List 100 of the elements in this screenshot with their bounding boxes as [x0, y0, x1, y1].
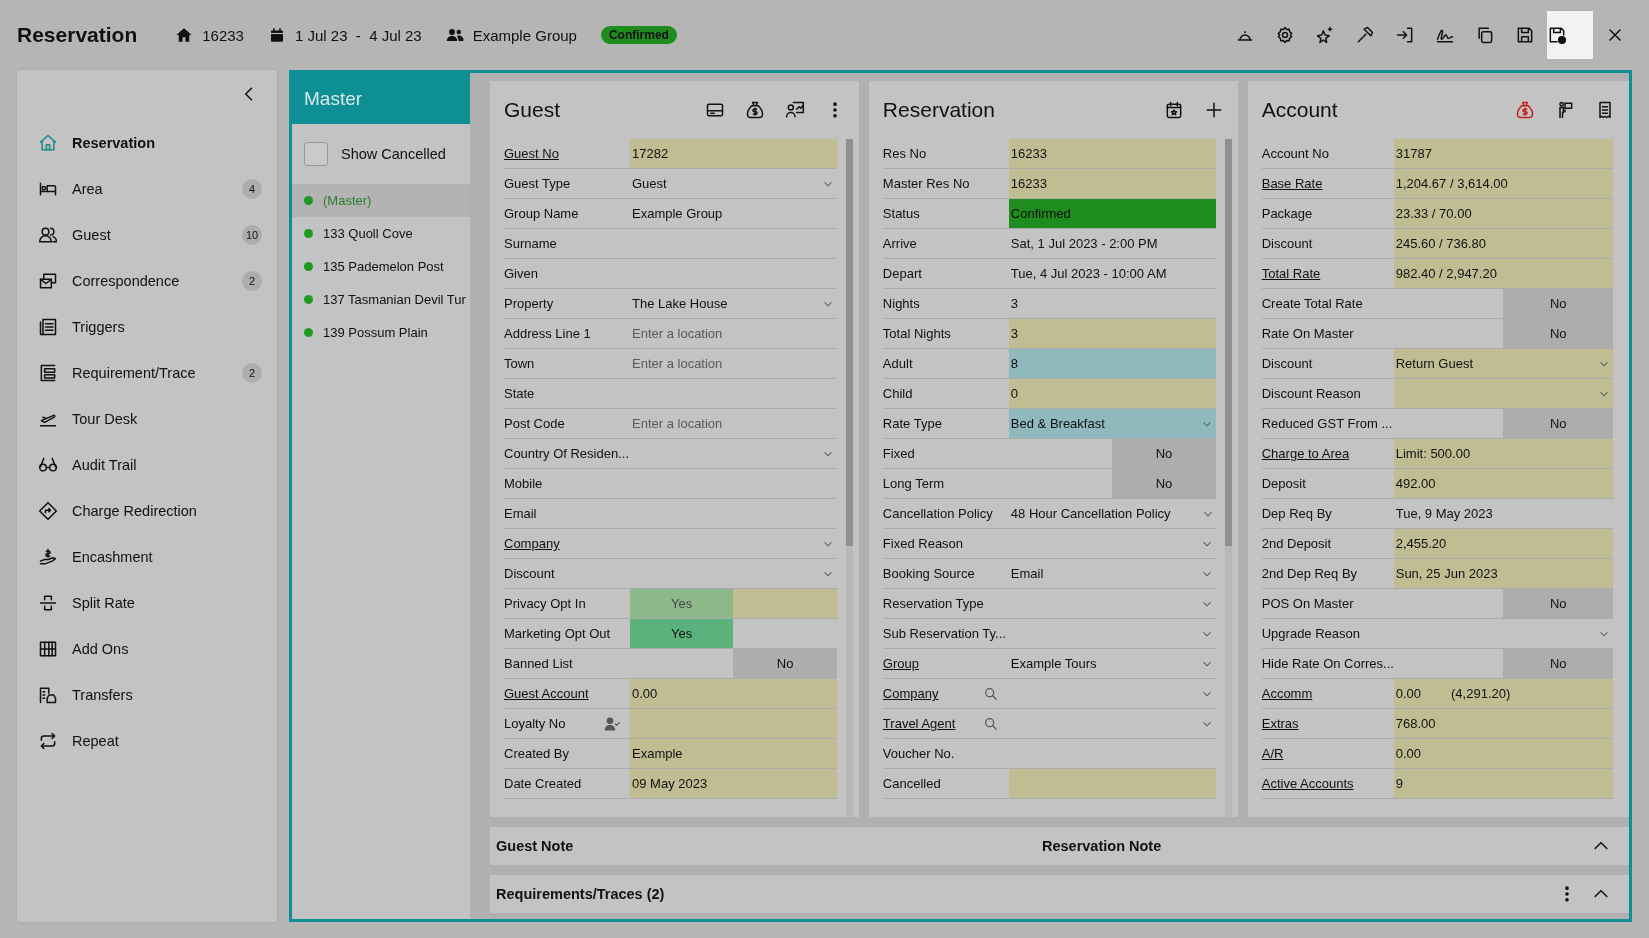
input-field[interactable]: 492.00	[1393, 469, 1613, 498]
field-link[interactable]: Group	[882, 649, 1009, 678]
toolbar-button[interactable]	[1547, 11, 1593, 59]
sidebar-item[interactable]: Requirement/Trace 2	[17, 350, 277, 396]
sidebar-item[interactable]: Audit Trail	[17, 442, 277, 488]
input-field[interactable]: 982.40 / 2,947.20	[1393, 259, 1613, 288]
person-check-icon[interactable]	[604, 715, 620, 732]
bed-icon[interactable]	[38, 179, 58, 199]
dropdown-field[interactable]: Bed & Breakfast	[1008, 409, 1216, 438]
search-icon[interactable]	[982, 685, 999, 702]
dropdown-field[interactable]: Return Guest	[1393, 349, 1613, 378]
input-field[interactable]: 17282	[630, 139, 837, 168]
field-link[interactable]: A/R	[1261, 739, 1394, 768]
field-link[interactable]: Active Accounts	[1261, 769, 1394, 798]
field-link[interactable]: Guest No	[504, 139, 630, 168]
sidebar-item[interactable]: Area 4	[17, 166, 277, 212]
input-field[interactable]: Example	[630, 739, 837, 768]
grid-icon[interactable]	[38, 639, 58, 659]
field-link[interactable]: Travel Agent	[882, 709, 983, 738]
scrollbar[interactable]	[1224, 139, 1232, 817]
sparkle-star-icon[interactable]	[1315, 25, 1335, 45]
building-car-icon[interactable]	[38, 685, 58, 705]
dropdown-field[interactable]: Guest	[630, 169, 837, 198]
card-icon[interactable]	[704, 100, 725, 120]
copy-icon[interactable]	[1475, 25, 1495, 45]
input-field[interactable]: Tue, 4 Jul 2023 - 10:00 AM	[1008, 259, 1216, 288]
ledger-icon[interactable]	[38, 317, 58, 337]
people-icon[interactable]	[38, 225, 58, 245]
sidebar-item[interactable]: Correspondence 2	[17, 258, 277, 304]
dropdown-field[interactable]: Example Tours	[1008, 649, 1216, 678]
field-link[interactable]: Charge to Area	[1261, 439, 1394, 468]
master-list-item[interactable]: 137 Tasmanian Devil Tur	[292, 283, 470, 316]
input-field[interactable]: 2,455.20	[1393, 529, 1613, 558]
chart-card-icon[interactable]	[784, 100, 805, 120]
dropdown-field[interactable]: Email	[1008, 559, 1216, 588]
input-field[interactable]: 245.60 / 736.80	[1393, 229, 1613, 258]
input-field[interactable]: 23.33 / 70.00	[1393, 199, 1613, 228]
input-field[interactable]: 16233	[1008, 139, 1216, 168]
sign-in-icon[interactable]	[1395, 25, 1415, 45]
input-field[interactable]: 3	[1008, 319, 1216, 348]
field-link[interactable]: Company	[504, 529, 630, 558]
repeat-icon[interactable]	[38, 731, 58, 751]
input-field[interactable]: Example Group	[630, 199, 837, 228]
input-field[interactable]: Tue, 9 May 2023	[1393, 499, 1613, 528]
sidebar-item[interactable]: Transfers	[17, 672, 277, 718]
input-field[interactable]: Limit: 500.00	[1393, 439, 1613, 468]
money-bag-icon[interactable]	[744, 100, 765, 120]
search-icon[interactable]	[982, 715, 999, 732]
input-field[interactable]: 8	[1008, 349, 1216, 378]
input-field[interactable]: Enter a location	[630, 319, 837, 348]
input-field[interactable]: Enter a location	[630, 349, 837, 378]
save-icon[interactable]	[1515, 25, 1535, 45]
field-link[interactable]: Base Rate	[1261, 169, 1394, 198]
split-icon[interactable]	[38, 593, 58, 613]
input-field[interactable]: 3	[1008, 289, 1216, 318]
input-field[interactable]: 0.00	[630, 679, 837, 708]
master-list-item[interactable]: 133 Quoll Cove	[292, 217, 470, 250]
hammer-icon[interactable]	[1355, 25, 1375, 45]
notes-bar[interactable]: Guest Note Reservation Note	[490, 827, 1629, 865]
save-cancel-icon[interactable]	[1547, 25, 1567, 45]
hand-coin-icon[interactable]	[38, 547, 58, 567]
field-link[interactable]: Company	[882, 679, 983, 708]
master-list-item[interactable]: 135 Pademelon Post	[292, 250, 470, 283]
input-field[interactable]	[1008, 769, 1216, 798]
dropdown-field[interactable]: The Lake House	[630, 289, 837, 318]
input-field[interactable]: 768.00	[1393, 709, 1613, 738]
dropdown-field[interactable]: 48 Hour Cancellation Policy	[1008, 499, 1216, 528]
sidebar-item[interactable]: Triggers	[17, 304, 277, 350]
scrollbar[interactable]	[845, 139, 853, 817]
input-field[interactable]: 31787	[1393, 139, 1613, 168]
settings-icon[interactable]	[1275, 25, 1295, 45]
input-field[interactable]: Confirmed	[1008, 199, 1216, 228]
checkbox[interactable]	[304, 142, 328, 166]
sidebar-item[interactable]: Repeat	[17, 718, 277, 764]
show-cancelled-checkbox[interactable]: Show Cancelled	[292, 124, 470, 184]
input-field[interactable]: Sun, 25 Jun 2023	[1393, 559, 1613, 588]
dropdown-field[interactable]	[1393, 379, 1613, 408]
requirements-bar[interactable]: Requirements/Traces (2)	[490, 875, 1629, 913]
input-field[interactable]: 16233	[1008, 169, 1216, 198]
master-list-item[interactable]: 139 Possum Plain	[292, 316, 470, 349]
glasses-icon[interactable]	[38, 455, 58, 475]
sidebar-item[interactable]: Charge Redirection	[17, 488, 277, 534]
input-field[interactable]: 9	[1393, 769, 1613, 798]
input-field[interactable]: 0	[1008, 379, 1216, 408]
sidebar-item[interactable]: Encashment	[17, 534, 277, 580]
input-field[interactable]: 1,204.67 / 3,614.00	[1393, 169, 1613, 198]
sidebar-item[interactable]: Tour Desk	[17, 396, 277, 442]
sidebar-item[interactable]: Split Rate	[17, 580, 277, 626]
checklist-icon[interactable]	[38, 363, 58, 383]
input-field[interactable]: 09 May 2023	[630, 769, 837, 798]
field-link[interactable]: Guest Account	[504, 679, 630, 708]
field-link[interactable]: Accomm	[1261, 679, 1394, 708]
envelopes-icon[interactable]	[38, 271, 58, 291]
diamond-arrow-icon[interactable]	[38, 501, 58, 521]
field-link[interactable]: Total Rate	[1261, 259, 1394, 288]
sidebar-item[interactable]: Add Ons	[17, 626, 277, 672]
input-field[interactable]: 0.00	[1393, 739, 1613, 768]
sidebar-item[interactable]: Guest 10	[17, 212, 277, 258]
input-field[interactable]: Enter a location	[630, 409, 837, 438]
input-field[interactable]: 0.00 (4,291.20)	[1393, 679, 1613, 708]
